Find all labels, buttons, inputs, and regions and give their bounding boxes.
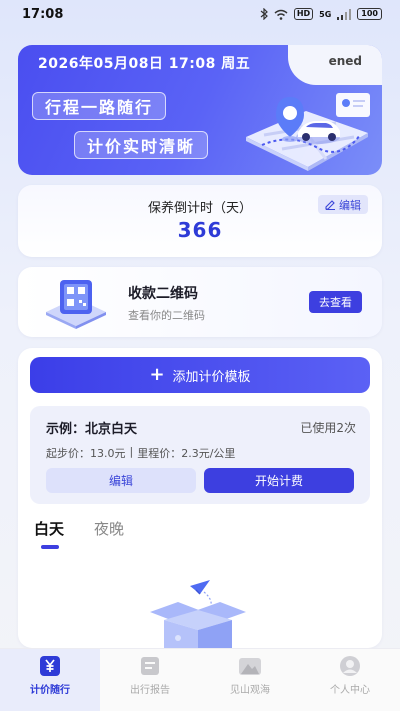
banner-slogan-1: 行程一路随行: [32, 92, 167, 120]
pricing-panel: + 添加计价模板 示例：北京白天 已使用2次 起步价：13.0元 | 里程价：2…: [18, 348, 382, 648]
hd-badge: HD: [293, 8, 314, 20]
payment-qr-card[interactable]: 收款二维码 查看你的二维码 去查看: [18, 267, 382, 337]
nav-item-report[interactable]: 出行报告: [100, 649, 200, 711]
add-template-label: 添加计价模板: [172, 369, 251, 385]
signal-icon: [337, 8, 352, 20]
template-mileage-price: 里程价：2.3元/公里: [137, 447, 236, 460]
qr-code-icon: [46, 280, 106, 329]
nav-label-profile: 个人中心: [330, 685, 370, 696]
wifi-icon: [274, 9, 288, 20]
tab-night[interactable]: 夜晚: [94, 518, 124, 539]
status-icons: HD 5G 100: [260, 8, 382, 20]
status-time: 17:08: [22, 6, 64, 22]
template-edit-button[interactable]: 编辑: [46, 468, 196, 493]
countdown-value: 366: [177, 218, 223, 242]
view-qr-button[interactable]: 去查看: [309, 291, 362, 313]
nav-label-mountain: 见山观海: [230, 685, 270, 696]
plus-icon: +: [149, 364, 165, 385]
car-map-illustration: [246, 93, 370, 171]
template-card: 示例：北京白天 已使用2次 起步价：13.0元 | 里程价：2.3元/公里 编辑…: [30, 406, 370, 504]
countdown-edit-button[interactable]: 编辑: [318, 195, 368, 214]
template-name: 示例：北京白天: [46, 422, 138, 437]
edit-icon: [325, 200, 335, 210]
add-template-button[interactable]: + 添加计价模板: [30, 357, 370, 393]
yen-icon: [38, 655, 62, 677]
banner-username: ened: [328, 54, 362, 68]
bluetooth-icon: [260, 8, 268, 20]
empty-box-illustration: [150, 580, 246, 648]
tab-day[interactable]: 白天: [34, 518, 65, 549]
mountain-icon: [238, 655, 262, 677]
report-icon: [138, 655, 162, 677]
hero-banner: 2026年05月08日 17:08 周五 ened 行程一路随行 计价实时清晰: [18, 45, 382, 175]
template-base-price: 起步价：13.0元: [46, 447, 126, 460]
banner-slogan-2: 计价实时清晰: [74, 131, 209, 159]
tab-night-label: 夜晚: [94, 520, 125, 538]
nav-item-pricing[interactable]: 计价随行: [0, 649, 100, 711]
maintenance-countdown-card: 保养倒计时（天） 366 编辑: [18, 185, 382, 257]
battery-indicator: 100: [357, 8, 382, 20]
day-night-tabs: 白天 夜晚: [34, 518, 124, 549]
user-icon: [338, 655, 362, 677]
tab-active-indicator: [41, 545, 59, 549]
nav-item-profile[interactable]: 个人中心: [300, 649, 400, 711]
start-billing-button[interactable]: 开始计费: [204, 468, 354, 493]
nav-item-mountain[interactable]: 见山观海: [200, 649, 300, 711]
qr-subtitle: 查看你的二维码: [128, 309, 205, 322]
bottom-navigation: 计价随行 出行报告 见山观海 个人中心: [0, 648, 400, 711]
banner-datetime: 2026年05月08日 17:08 周五: [38, 56, 251, 72]
tab-day-label: 白天: [34, 520, 65, 538]
nav-label-report: 出行报告: [130, 685, 170, 696]
countdown-edit-label: 编辑: [339, 198, 361, 212]
template-usage-count: 已使用2次: [300, 421, 356, 435]
qr-title: 收款二维码: [128, 286, 198, 302]
nav-label-pricing: 计价随行: [30, 685, 70, 696]
status-bar: 17:08 HD 5G 100: [0, 0, 400, 28]
network-label: 5G: [319, 9, 332, 19]
price-separator: |: [129, 445, 134, 458]
template-prices: 起步价：13.0元 | 里程价：2.3元/公里: [46, 445, 235, 461]
